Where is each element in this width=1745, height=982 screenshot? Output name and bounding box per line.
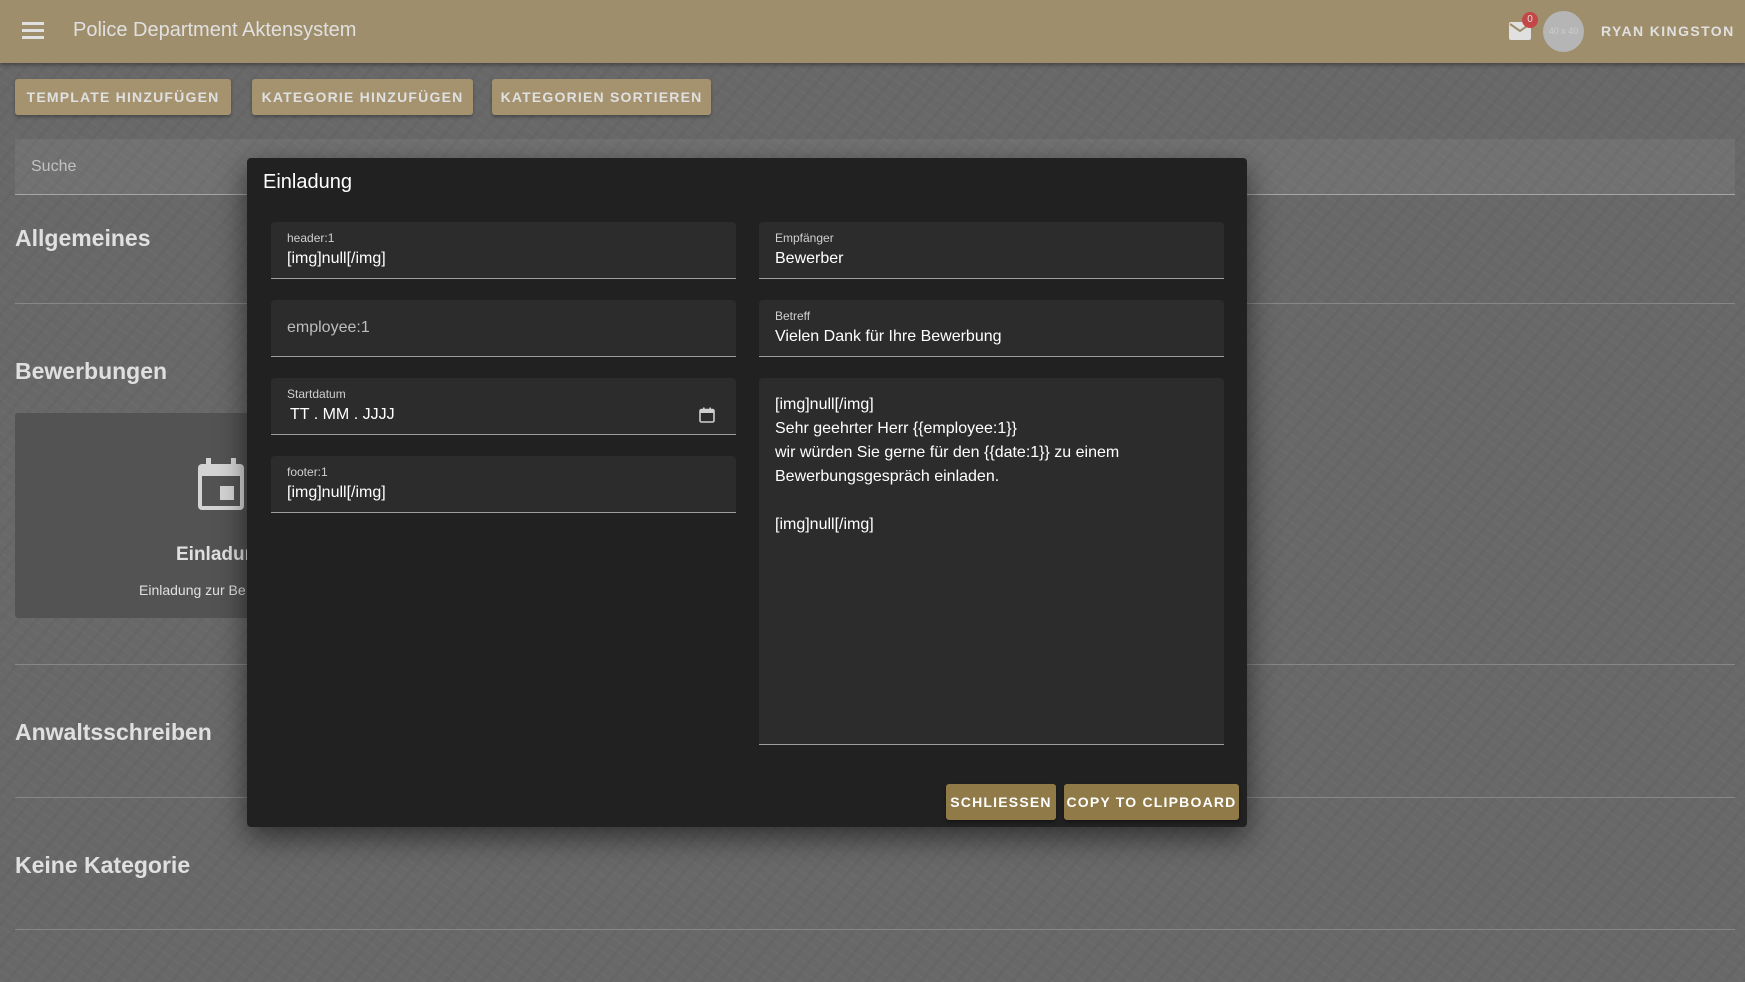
field-value: TT . MM . JJJJ	[290, 406, 395, 423]
copy-to-clipboard-button[interactable]: COPY TO CLIPBOARD	[1064, 784, 1239, 820]
start-date-field[interactable]: Startdatum TT . MM . JJJJ	[271, 378, 736, 435]
field-value: Vielen Dank für Ihre Bewerbung	[775, 328, 1002, 345]
field-label: Empfänger	[775, 231, 834, 245]
body-line: Bewerbungsgespräch einladen.	[775, 468, 1000, 485]
employee-field[interactable]: employee:1	[271, 300, 736, 357]
footer-field[interactable]: footer:1 [img]null[/img]	[271, 456, 736, 513]
field-label: Startdatum	[287, 387, 346, 401]
body-line: Sehr geehrter Herr {{employee:1}}	[775, 420, 1017, 437]
recipient-field[interactable]: Empfänger Bewerber	[759, 222, 1224, 279]
field-label: header:1	[287, 231, 335, 245]
field-value: Bewerber	[775, 250, 844, 267]
field-label: footer:1	[287, 465, 328, 479]
body-line: [img]null[/img]	[775, 516, 874, 533]
close-button[interactable]: SCHLIESSEN	[946, 784, 1056, 820]
field-placeholder: employee:1	[287, 319, 370, 336]
dialog-title: Einladung	[263, 171, 352, 193]
body-line: wir würden Sie gerne für den {{date:1}} …	[775, 444, 1120, 461]
header-field[interactable]: header:1 [img]null[/img]	[271, 222, 736, 279]
field-label: Betreff	[775, 309, 811, 323]
body-line: [img]null[/img]	[775, 396, 874, 413]
field-value: [img]null[/img]	[287, 484, 386, 501]
template-dialog: Einladung header:1 [img]null[/img] emplo…	[247, 158, 1247, 827]
subject-field[interactable]: Betreff Vielen Dank für Ihre Bewerbung	[759, 300, 1224, 357]
body-textarea[interactable]: [img]null[/img] Sehr geehrter Herr {{emp…	[759, 378, 1224, 745]
field-value: [img]null[/img]	[287, 250, 386, 267]
calendar-icon[interactable]	[699, 407, 715, 423]
